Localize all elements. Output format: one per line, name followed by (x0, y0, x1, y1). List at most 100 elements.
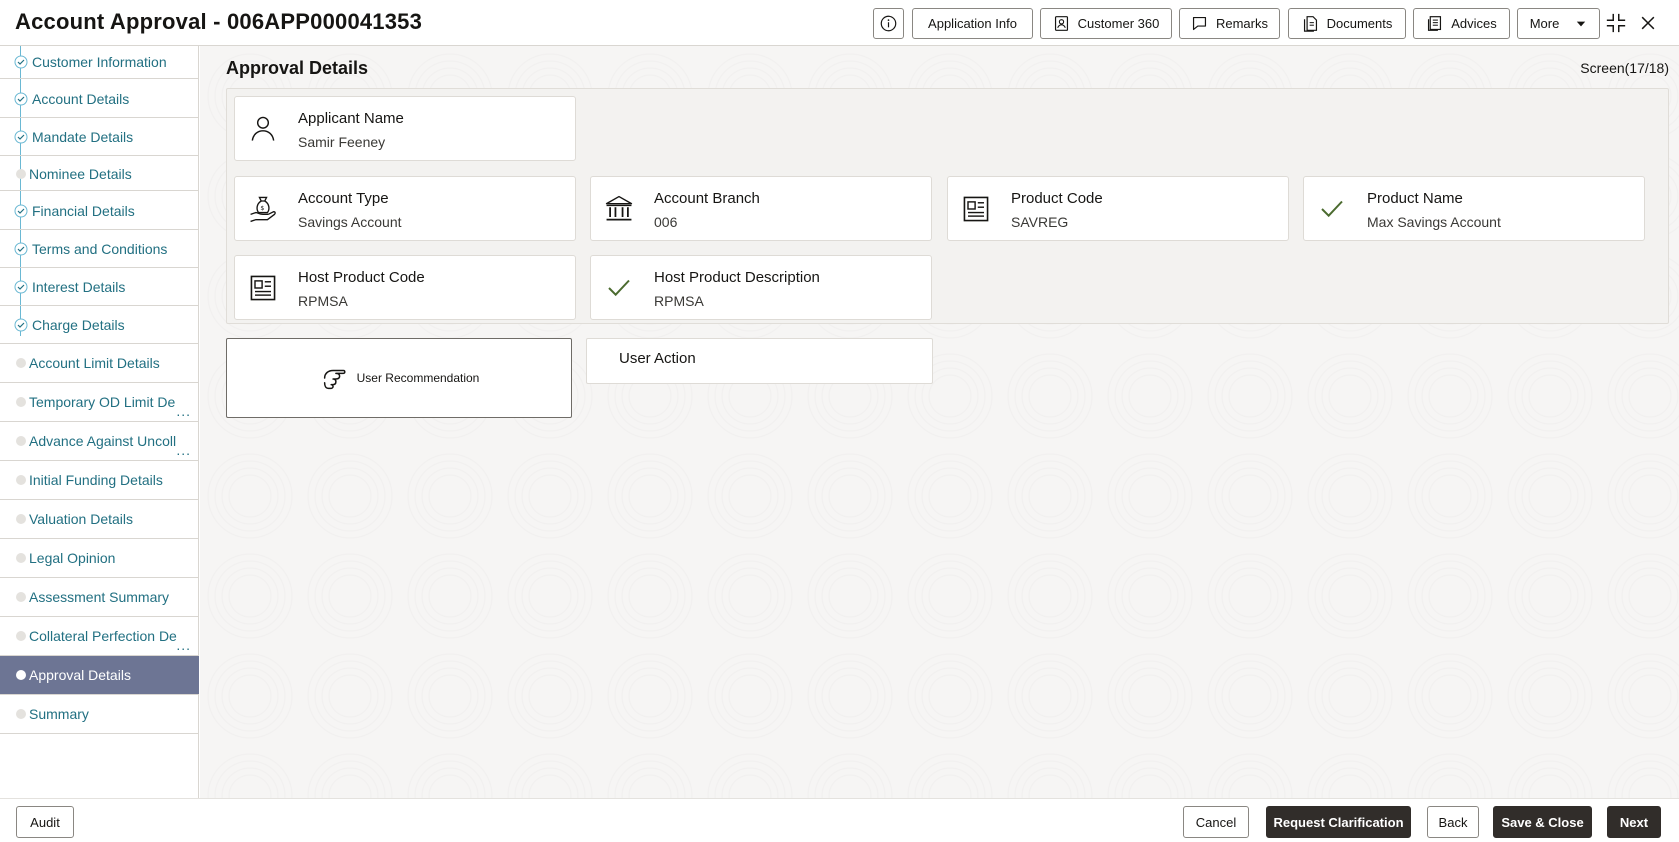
pending-step-dot (16, 168, 26, 179)
sidebar-item-account-details[interactable]: Account Details (0, 81, 199, 118)
product-name-label: Product Name (1367, 190, 1463, 207)
account-branch-value: 006 (654, 214, 678, 230)
pending-step-dot (16, 397, 26, 407)
back-button[interactable]: Back (1427, 806, 1479, 838)
sidebar-item-financial-details[interactable]: Financial Details (0, 192, 199, 230)
completed-check-icon (14, 92, 28, 106)
screen-counter: Screen(17/18) (1580, 60, 1669, 76)
more-dropdown[interactable]: More (1517, 8, 1600, 39)
newspaper-icon (245, 270, 281, 306)
pending-step-dot (16, 475, 26, 485)
sidebar-item-customer-information[interactable]: Customer Information (0, 46, 199, 79)
page-title: Account Approval - 006APP000041353 (15, 9, 423, 34)
user-action-label: User Action (619, 350, 696, 367)
sidebar-item-charge-details[interactable]: Charge Details (0, 306, 199, 344)
advices-button[interactable]: Advices (1413, 8, 1510, 39)
hand-pointing-icon (323, 369, 346, 390)
sidebar-item-label: Summary (29, 706, 89, 722)
applicant-name-card: Applicant Name Samir Feeney (234, 96, 576, 161)
caret-down-icon (1577, 21, 1586, 26)
next-button[interactable]: Next (1607, 806, 1661, 838)
pending-step-dot (16, 631, 26, 641)
sidebar-item-label: Valuation Details (29, 511, 134, 527)
audit-label: Audit (30, 814, 60, 830)
sidebar-item-label: Terms and Conditions (32, 240, 168, 257)
customer-360-button[interactable]: Customer 360 (1040, 8, 1172, 39)
sidebar-item-label: Assessment Summary (29, 589, 170, 605)
product-code-value: SAVREG (1011, 214, 1069, 230)
sidebar-item-interest-details[interactable]: Interest Details (0, 268, 199, 306)
application-info-button[interactable]: Application Info (912, 8, 1033, 39)
user-recommendation-button[interactable]: User Recommendation (226, 338, 572, 418)
next-label: Next (1619, 814, 1649, 830)
truncation-ellipsis: ... (176, 403, 191, 419)
info-button[interactable] (873, 8, 904, 39)
sidebar-item-label: Approval Details (29, 667, 131, 683)
completed-check-icon (14, 55, 28, 69)
request-clarification-button[interactable]: Request Clarification (1266, 806, 1411, 838)
contact-card-icon (1054, 16, 1068, 31)
sidebar-item-label: Legal Opinion (29, 550, 116, 566)
pending-step-dot (16, 553, 26, 563)
more-label: More (1529, 16, 1560, 31)
main-content: Approval Details Screen(17/18) Applicant… (200, 46, 1679, 798)
account-type-card: $ Account Type Savings Account (234, 176, 576, 241)
host-product-description-card: Host Product Description RPMSA (590, 255, 932, 320)
svg-text:$: $ (260, 205, 264, 212)
sidebar-item-summary[interactable]: Summary (0, 695, 199, 734)
sidebar-item-terms-and-conditions[interactable]: Terms and Conditions (0, 230, 199, 268)
audit-button[interactable]: Audit (16, 806, 74, 838)
check-icon (1314, 191, 1350, 227)
host-product-code-label: Host Product Code (298, 269, 425, 286)
sidebar-item-collateral-perfection-de[interactable]: Collateral Perfection De... (0, 617, 199, 656)
person-icon (245, 111, 281, 147)
sidebar-item-initial-funding-details[interactable]: Initial Funding Details (0, 461, 199, 500)
documents-label: Documents (1326, 16, 1393, 31)
advices-icon (1428, 16, 1442, 31)
sidebar-nav: Customer Information Account Details Manda… (0, 46, 199, 798)
sidebar-item-temporary-od-limit-de[interactable]: Temporary OD Limit De... (0, 383, 199, 422)
sidebar-item-approval-details[interactable]: Approval Details (0, 656, 199, 695)
completed-check-icon (14, 130, 28, 143)
host-product-code-value: RPMSA (298, 293, 348, 309)
sidebar-item-mandate-details[interactable]: Mandate Details (0, 118, 199, 156)
documents-button[interactable]: Documents (1288, 8, 1406, 39)
section-title: Approval Details (226, 58, 369, 78)
sidebar-item-assessment-summary[interactable]: Assessment Summary (0, 578, 199, 617)
account-type-value: Savings Account (298, 214, 402, 230)
sidebar-item-label: Interest Details (32, 278, 126, 295)
product-code-label: Product Code (1011, 190, 1103, 207)
remarks-button[interactable]: Remarks (1179, 8, 1280, 39)
sidebar-item-label: Initial Funding Details (29, 472, 163, 488)
sidebar-item-label: Financial Details (32, 202, 135, 219)
sidebar-item-label: Customer Information (32, 54, 167, 70)
check-icon (601, 270, 637, 306)
footer-bar: Audit Cancel Request Clarification Back … (0, 798, 1679, 842)
pending-step-dot (16, 358, 26, 368)
save-close-button[interactable]: Save & Close (1493, 806, 1592, 838)
sidebar-item-label: Mandate Details (32, 128, 134, 145)
back-label: Back (1438, 814, 1468, 830)
truncation-ellipsis: ... (176, 637, 191, 653)
application-info-label: Application Info (928, 16, 1017, 31)
sidebar-item-legal-opinion[interactable]: Legal Opinion (0, 539, 199, 578)
sidebar-item-label: Account Limit Details (29, 355, 160, 371)
close-icon[interactable] (1636, 11, 1660, 35)
advices-label: Advices (1451, 16, 1497, 31)
completed-check-icon (14, 242, 28, 255)
bank-icon (601, 191, 637, 227)
cancel-button[interactable]: Cancel (1183, 806, 1249, 838)
approval-details-panel: Applicant Name Samir Feeney $ Account Ty… (226, 88, 1669, 324)
pending-step-dot (16, 709, 26, 719)
host-product-description-value: RPMSA (654, 293, 704, 309)
product-name-card: Product Name Max Savings Account (1303, 176, 1645, 241)
minimize-icon[interactable] (1604, 11, 1628, 35)
money-bag-hand-icon: $ (245, 191, 281, 227)
pending-step-dot (16, 592, 26, 602)
remarks-label: Remarks (1215, 16, 1268, 31)
sidebar-item-advance-against-uncoll[interactable]: Advance Against Uncoll... (0, 422, 199, 461)
sidebar-item-nominee-details[interactable]: Nominee Details (0, 157, 199, 191)
sidebar-item-valuation-details[interactable]: Valuation Details (0, 500, 199, 539)
sidebar-item-account-limit-details[interactable]: Account Limit Details (0, 344, 199, 383)
user-action-card[interactable]: User Action (586, 338, 933, 384)
